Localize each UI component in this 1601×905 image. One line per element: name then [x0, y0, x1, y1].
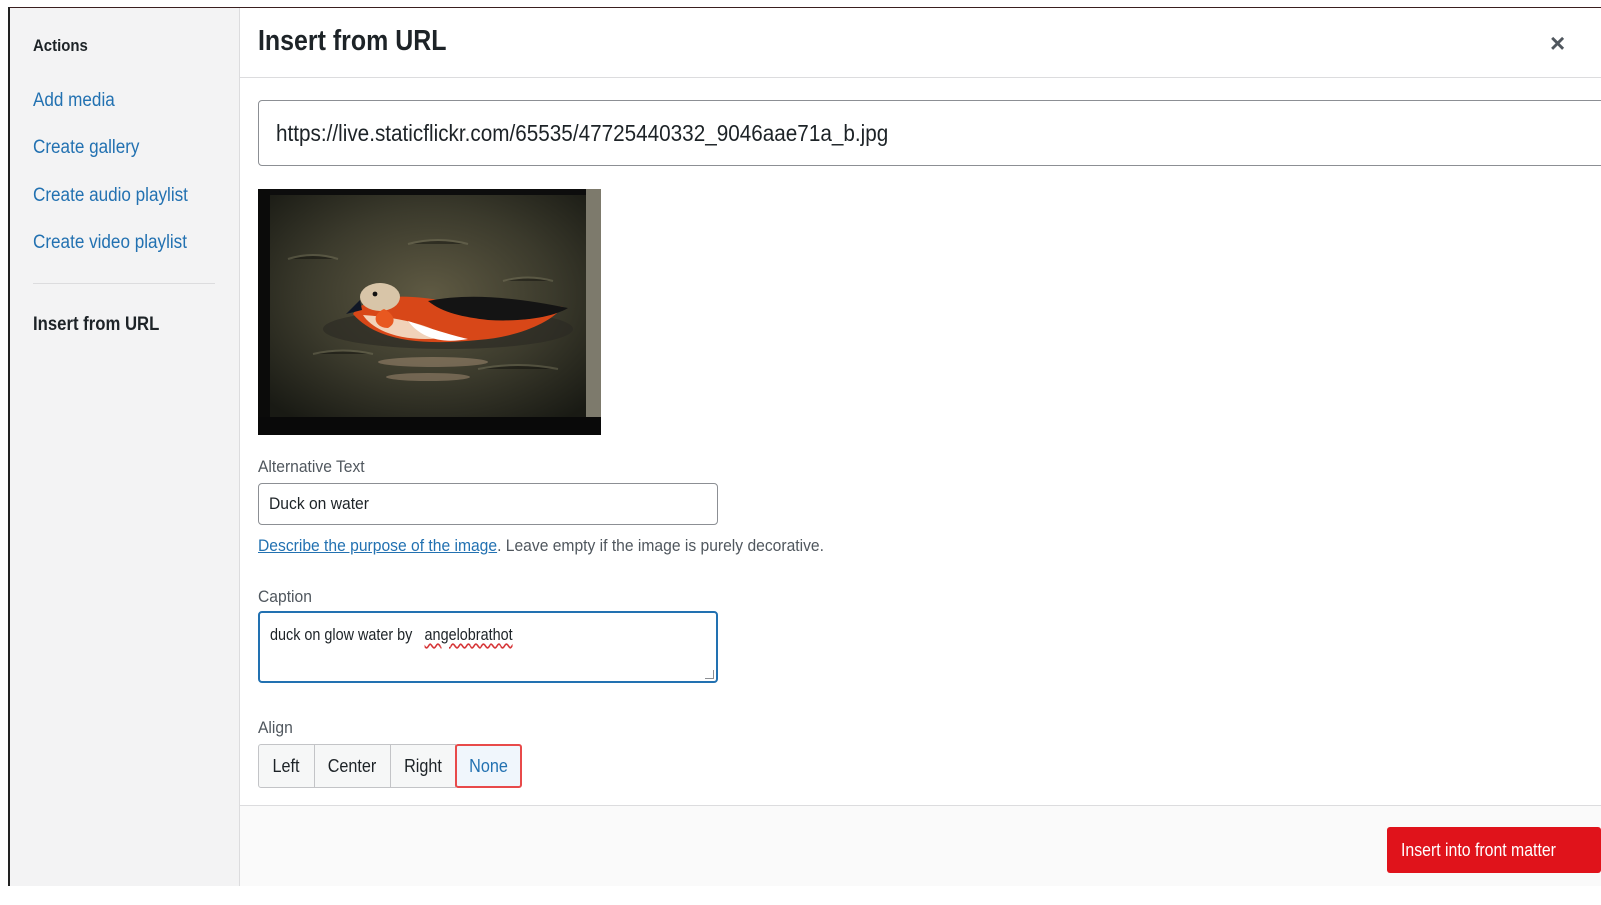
modal-content: Insert from URL × https://live.staticfli…: [240, 8, 1601, 887]
sidebar-item-create-gallery[interactable]: Create gallery: [33, 137, 139, 159]
alt-text-help-text: . Leave empty if the image is purely dec…: [497, 536, 824, 555]
duck-photo-icon: [258, 189, 601, 435]
sidebar-item-add-media[interactable]: Add media: [33, 90, 115, 112]
window-top-edge: [0, 0, 1601, 8]
align-center-label: Center: [328, 755, 377, 776]
caption-label: Caption: [258, 587, 312, 606]
insert-button-label: Insert into front matter: [1401, 840, 1556, 860]
window-bottom-edge: [0, 886, 1601, 905]
window-left-edge: [0, 7, 10, 887]
align-left-label: Left: [272, 755, 301, 776]
align-label: Align: [258, 718, 293, 737]
align-right-button[interactable]: Right: [390, 744, 456, 788]
sidebar-item-insert-from-url[interactable]: Insert from URL: [33, 314, 159, 336]
image-preview: [258, 189, 601, 435]
modal-footer: Insert into front matter: [240, 805, 1601, 887]
modal-title: Insert from URL: [258, 25, 447, 57]
describe-purpose-link[interactable]: Describe the purpose of the image: [258, 536, 497, 555]
media-sidebar: Actions Add media Create gallery Create …: [10, 8, 240, 886]
alt-text-label: Alternative Text: [258, 457, 365, 476]
sidebar-heading: Actions: [33, 36, 88, 55]
url-input[interactable]: https://live.staticflickr.com/65535/4772…: [258, 100, 1601, 166]
caption-value: duck on glow water by angelobrathot: [270, 625, 520, 645]
align-center-button[interactable]: Center: [314, 744, 391, 788]
alt-text-value: Duck on water: [269, 494, 369, 513]
caption-misspelled-word: angelobrathot: [424, 625, 513, 644]
resize-grip-icon[interactable]: [705, 670, 714, 679]
align-none-label: None: [469, 755, 508, 776]
align-right-label: Right: [404, 755, 442, 776]
caption-text: duck on glow water by: [270, 625, 413, 644]
insert-into-front-matter-button[interactable]: Insert into front matter: [1387, 827, 1601, 873]
sidebar-item-create-audio-playlist[interactable]: Create audio playlist: [33, 185, 188, 207]
alt-text-input[interactable]: Duck on water: [258, 483, 718, 525]
align-none-button[interactable]: None: [455, 744, 522, 788]
url-input-value: https://live.staticflickr.com/65535/4772…: [276, 120, 889, 146]
align-button-group: Left Center Right None: [258, 744, 522, 788]
alt-text-help: Describe the purpose of the image. Leave…: [258, 536, 824, 556]
align-left-button[interactable]: Left: [258, 744, 315, 788]
close-icon[interactable]: ×: [1550, 28, 1580, 58]
screenshot-frame: Actions Add media Create gallery Create …: [0, 0, 1601, 905]
sidebar-separator: [33, 283, 215, 284]
modal-title-bar: Insert from URL ×: [240, 8, 1601, 78]
caption-textarea[interactable]: duck on glow water by angelobrathot: [258, 611, 718, 683]
sidebar-item-create-video-playlist[interactable]: Create video playlist: [33, 232, 187, 254]
